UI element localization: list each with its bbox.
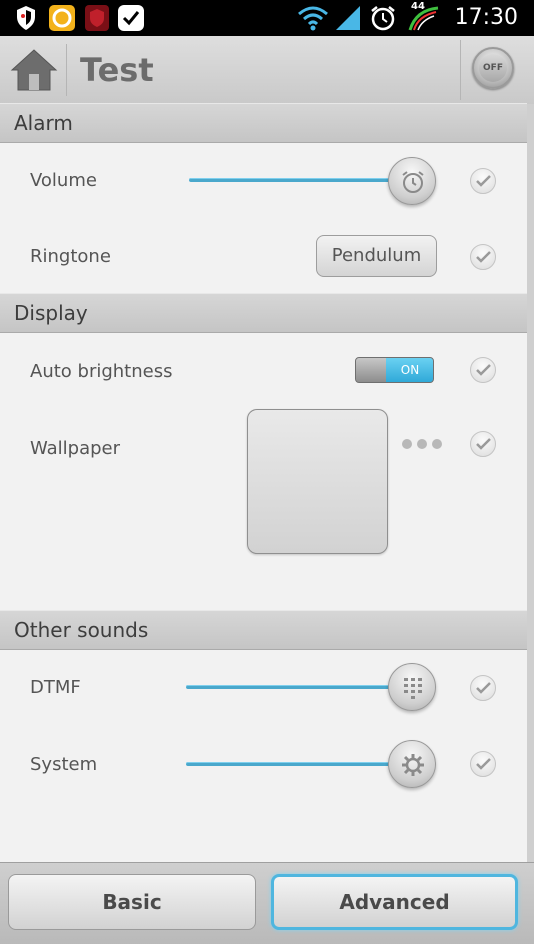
signal-icon — [336, 6, 360, 30]
screen: 44 17:30 Test OFF Alarm Volume Ringtone … — [0, 0, 534, 944]
system-checkbox[interactable] — [470, 751, 496, 777]
check-icon — [476, 682, 491, 694]
alarm-panel — [0, 140, 527, 295]
red-shield-icon — [85, 5, 109, 31]
alarm-clock-icon — [402, 171, 424, 193]
section-header-other-sounds: Other sounds — [0, 610, 527, 650]
dtmf-label: DTMF — [30, 677, 81, 698]
section-header-display: Display — [0, 293, 527, 333]
check-icon — [476, 758, 491, 770]
power-toggle-label: OFF — [479, 54, 507, 82]
system-slider-knob[interactable] — [388, 740, 436, 788]
title-bar: Test OFF — [0, 36, 534, 105]
scrollbar-track[interactable] — [527, 104, 534, 862]
status-bar: 44 17:30 — [0, 0, 534, 36]
dialpad-icon — [404, 678, 422, 699]
page-title: Test — [80, 51, 154, 89]
volume-checkbox[interactable] — [470, 168, 496, 194]
check-icon — [476, 364, 491, 376]
section-header-alarm: Alarm — [0, 103, 527, 143]
battery-icon — [408, 6, 439, 31]
advanced-button[interactable]: Advanced — [271, 874, 518, 930]
more-options-icon[interactable] — [400, 437, 446, 451]
circle-app-icon — [49, 5, 75, 31]
volume-slider-track[interactable] — [189, 178, 411, 182]
check-icon — [476, 251, 491, 263]
volume-slider-knob[interactable] — [388, 157, 436, 205]
wifi-icon — [298, 6, 328, 31]
bottom-bar: Basic Advanced — [0, 862, 534, 944]
dot — [432, 439, 442, 449]
system-label: System — [30, 754, 98, 775]
power-toggle-button[interactable]: OFF — [472, 47, 514, 89]
dot — [417, 439, 427, 449]
check-icon — [476, 175, 491, 187]
check-icon — [476, 438, 491, 450]
dtmf-checkbox[interactable] — [470, 675, 496, 701]
auto-brightness-toggle[interactable]: ON — [355, 357, 434, 383]
wallpaper-checkbox[interactable] — [470, 431, 496, 457]
toggle-state-label: ON — [386, 358, 433, 382]
ringtone-select-button[interactable]: Pendulum — [316, 235, 437, 277]
dot — [402, 439, 412, 449]
clock-time: 17:30 — [454, 5, 518, 30]
gear-icon — [402, 754, 424, 776]
system-slider-track[interactable] — [186, 762, 411, 766]
title-divider — [66, 44, 67, 96]
ringtone-label: Ringtone — [30, 246, 111, 267]
alarm-clock-icon — [371, 6, 395, 31]
toggle-knob — [356, 358, 386, 382]
home-icon[interactable] — [8, 44, 60, 96]
wallpaper-label: Wallpaper — [30, 438, 121, 459]
basic-button[interactable]: Basic — [8, 874, 256, 930]
section-label-other-sounds: Other sounds — [14, 618, 149, 642]
dtmf-slider-track[interactable] — [186, 685, 411, 689]
dtmf-slider-knob[interactable] — [388, 663, 436, 711]
check-badge-icon — [118, 5, 144, 31]
title-divider-right — [460, 40, 461, 100]
auto-brightness-label: Auto brightness — [30, 361, 173, 382]
auto-brightness-checkbox[interactable] — [470, 357, 496, 383]
section-label-display: Display — [14, 301, 88, 325]
ringtone-checkbox[interactable] — [470, 244, 496, 270]
section-label-alarm: Alarm — [14, 111, 73, 135]
shield-icon — [17, 6, 35, 30]
volume-label: Volume — [30, 170, 97, 191]
wallpaper-preview[interactable] — [247, 409, 388, 554]
